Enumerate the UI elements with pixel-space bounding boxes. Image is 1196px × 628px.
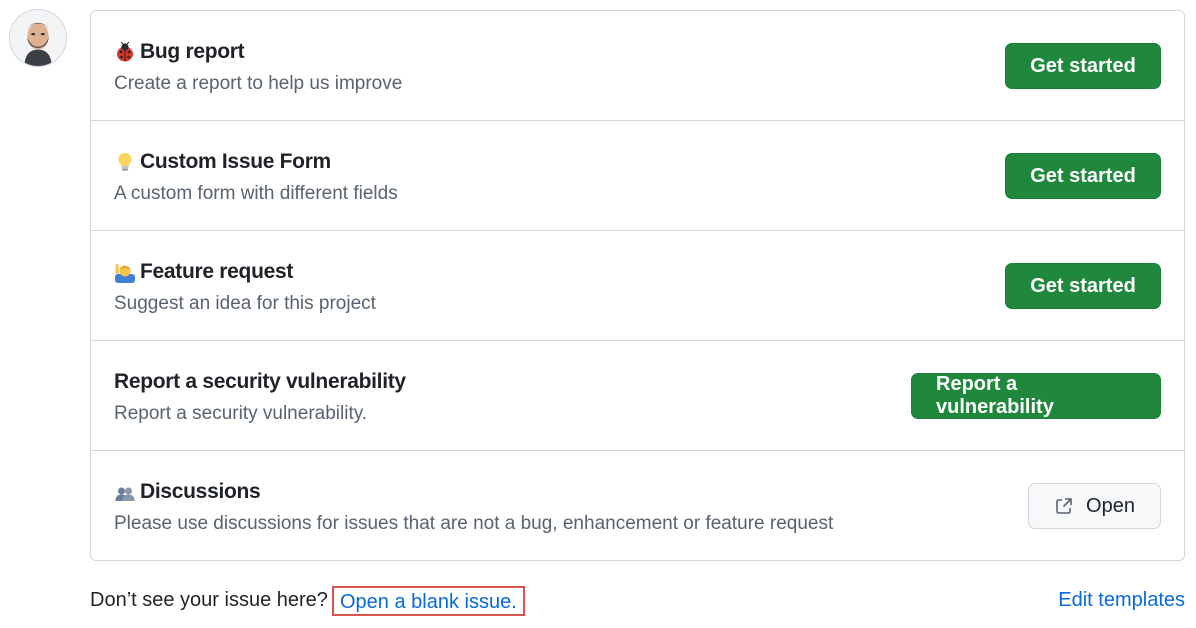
open-blank-issue-link[interactable]: Open a blank issue. xyxy=(332,586,525,616)
template-title-text: Bug report xyxy=(140,40,245,63)
open-discussions-button[interactable]: Open xyxy=(1028,483,1161,529)
template-title-text: Feature request xyxy=(140,260,294,283)
get-started-button[interactable]: Get started xyxy=(1005,263,1161,309)
report-vulnerability-button[interactable]: Report a vulnerability xyxy=(911,373,1161,419)
template-row-discussions: Discussions Please use discussions for i… xyxy=(91,451,1184,560)
footer-prompt: Don’t see your issue here? xyxy=(90,589,328,611)
user-avatar-icon xyxy=(10,10,66,66)
person-raising-hand-icon xyxy=(114,261,136,283)
ladybug-icon xyxy=(114,41,136,63)
template-title-text: Report a security vulnerability xyxy=(114,370,406,393)
template-description: Create a report to help us improve xyxy=(114,73,403,94)
template-row-security-vulnerability: Report a security vulnerability Report a… xyxy=(91,341,1184,451)
template-description: Suggest an idea for this project xyxy=(114,293,376,314)
edit-templates-link[interactable]: Edit templates xyxy=(1058,589,1185,612)
template-row-feature-request: Feature request Suggest an idea for this… xyxy=(91,231,1184,341)
template-row-custom-issue-form: Custom Issue Form A custom form with dif… xyxy=(91,121,1184,231)
template-title: Bug report xyxy=(114,40,245,64)
template-description: Please use discussions for issues that a… xyxy=(114,513,834,534)
issue-template-chooser: Bug report Create a report to help us im… xyxy=(0,0,1196,628)
get-started-button[interactable]: Get started xyxy=(1005,43,1161,89)
link-external-icon xyxy=(1054,496,1074,516)
template-title-text: Discussions xyxy=(140,480,261,503)
get-started-button[interactable]: Get started xyxy=(1005,153,1161,199)
template-title-text: Custom Issue Form xyxy=(140,150,331,173)
template-row-bug-report: Bug report Create a report to help us im… xyxy=(91,11,1184,121)
lightbulb-icon xyxy=(114,151,136,173)
avatar[interactable] xyxy=(9,9,67,67)
open-button-label: Open xyxy=(1086,494,1135,517)
template-title: Report a security vulnerability xyxy=(114,370,406,394)
issue-templates-list: Bug report Create a report to help us im… xyxy=(90,10,1185,561)
template-title: Custom Issue Form xyxy=(114,150,331,174)
template-description: Report a security vulnerability. xyxy=(114,403,368,424)
template-description: A custom form with different fields xyxy=(114,183,398,204)
template-title: Feature request xyxy=(114,260,293,284)
people-icon xyxy=(114,481,136,503)
template-title: Discussions xyxy=(114,480,261,504)
